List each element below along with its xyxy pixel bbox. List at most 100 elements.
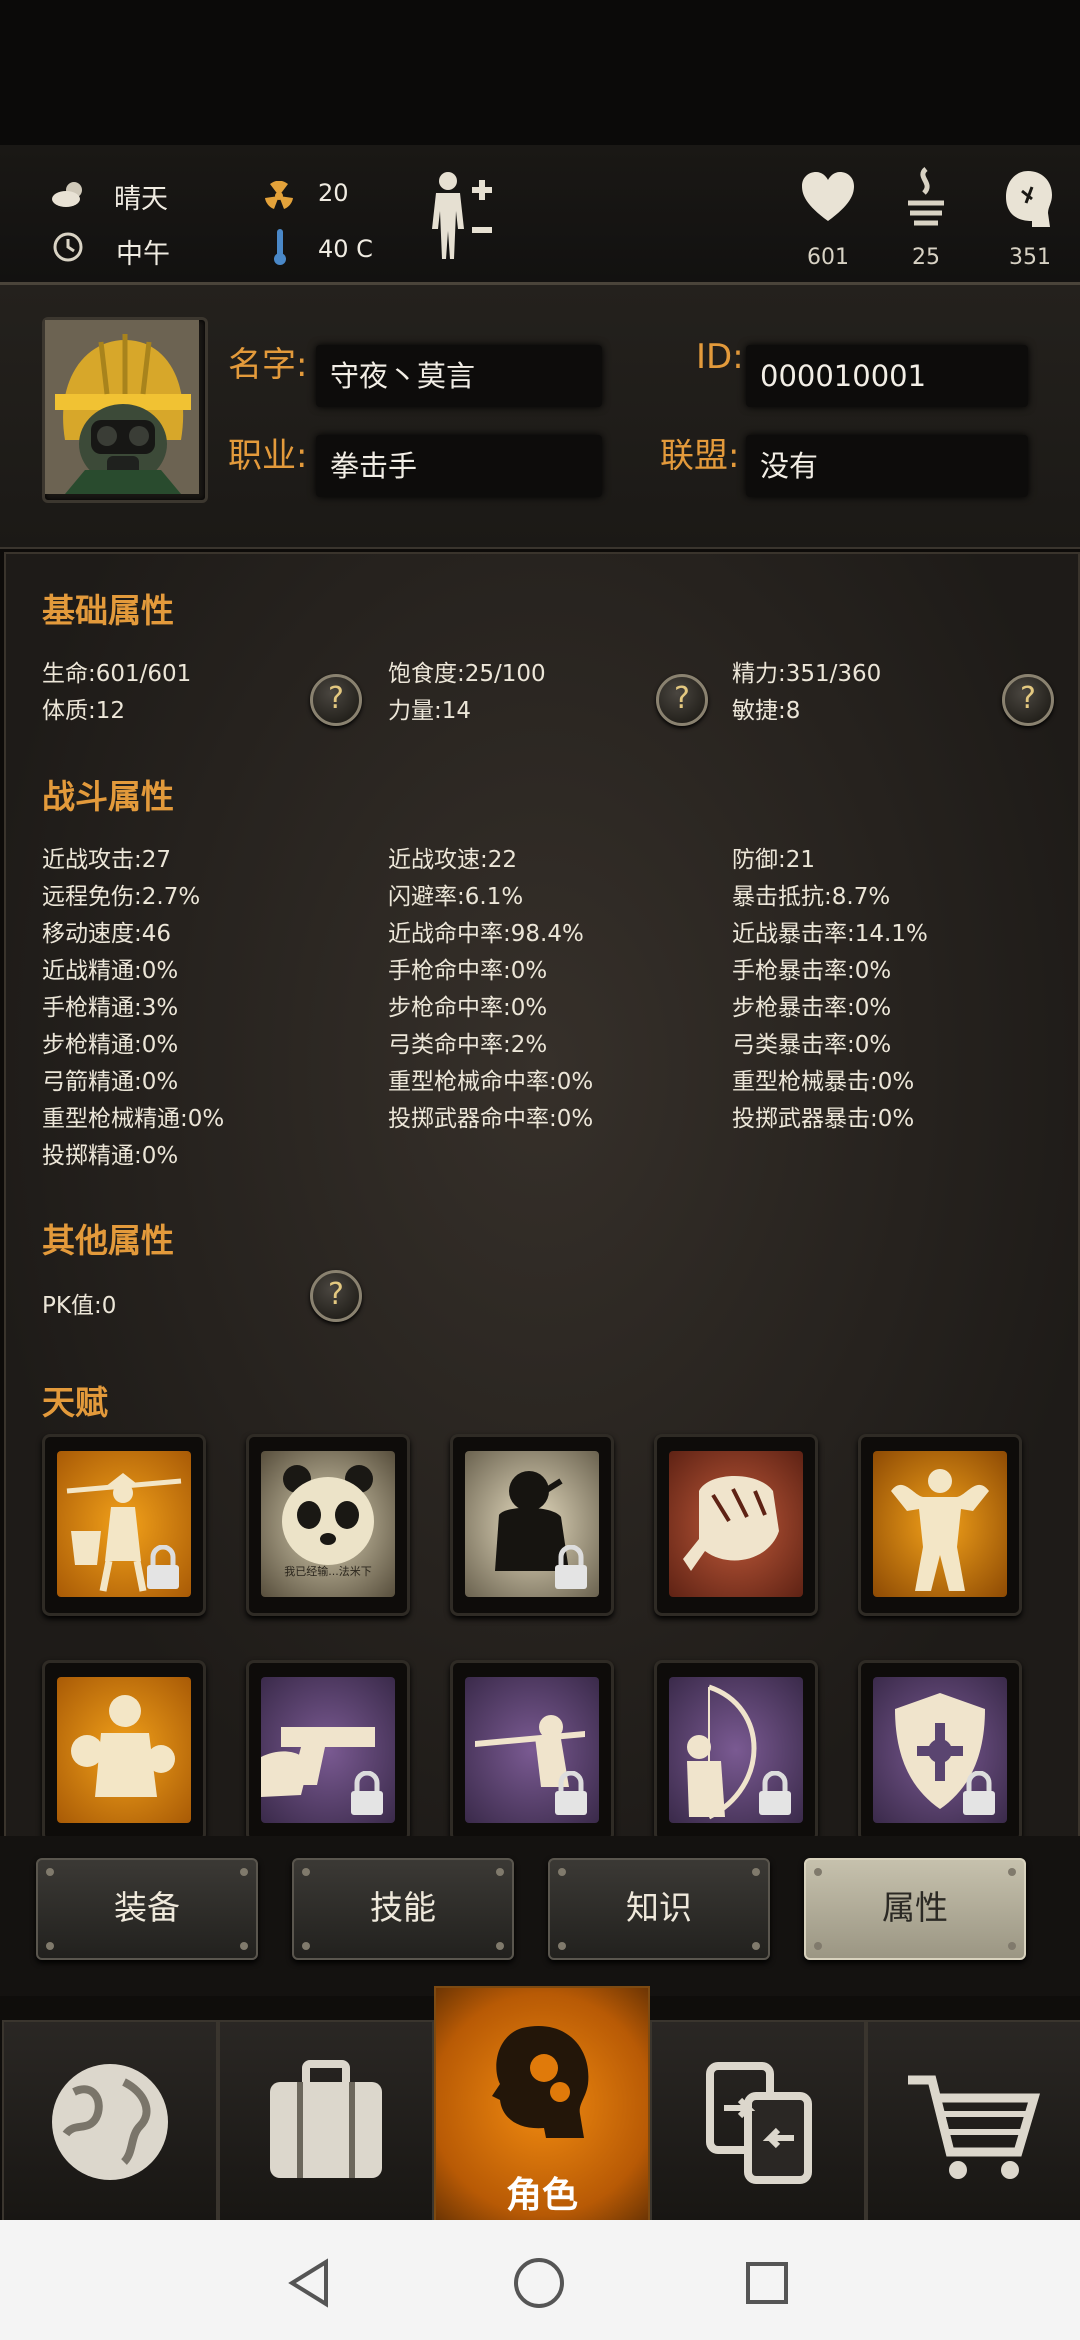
tab-skills[interactable]: 技能 bbox=[292, 1858, 514, 1960]
mind-value: 351 bbox=[1009, 245, 1051, 270]
talent-slot-fist[interactable] bbox=[654, 1434, 818, 1616]
alliance-label: 联盟: bbox=[660, 436, 740, 476]
cloud-sun-icon bbox=[52, 182, 82, 207]
body-status-button[interactable] bbox=[426, 169, 506, 269]
back-icon[interactable] bbox=[286, 2258, 332, 2308]
time-label: 中午 bbox=[116, 239, 170, 270]
attr-item: 远程免伤:2.7% bbox=[42, 884, 201, 910]
attr-item: 饱食度:25/100 bbox=[388, 661, 546, 687]
job-field: 拳击手 bbox=[316, 435, 602, 497]
home-icon[interactable] bbox=[512, 2256, 566, 2310]
nav-shop[interactable] bbox=[866, 2020, 1080, 2222]
tab-knowledge-label: 知识 bbox=[626, 1888, 692, 1927]
id-label: ID: bbox=[696, 337, 744, 377]
lock-icon bbox=[147, 1545, 179, 1589]
talent-slot-porter[interactable] bbox=[42, 1434, 206, 1616]
attr-item: 近战攻速:22 bbox=[388, 847, 518, 873]
tab-equipment[interactable]: 装备 bbox=[36, 1858, 258, 1960]
helmet-gasmask-avatar-icon bbox=[45, 320, 199, 494]
attr-item: 手枪命中率:0% bbox=[388, 958, 548, 984]
help-button[interactable]: ? bbox=[656, 674, 708, 726]
talent-slot-thinker[interactable] bbox=[450, 1434, 614, 1616]
talent-slot-bow[interactable] bbox=[654, 1660, 818, 1836]
lock-icon bbox=[555, 1545, 587, 1589]
cart-icon bbox=[908, 2075, 1041, 2179]
talent-slot-panda[interactable]: 我已经输...法米下 bbox=[246, 1434, 410, 1616]
panda-caption: 我已经输...法米下 bbox=[284, 1565, 372, 1578]
nav-inventory[interactable] bbox=[218, 2020, 434, 2222]
job-label: 职业: bbox=[228, 436, 308, 476]
attr-item: 生命:601/601 bbox=[42, 661, 192, 687]
attr-item: 近战精通:0% bbox=[42, 958, 179, 984]
nav-character-label: 角色 bbox=[505, 2175, 578, 2216]
help-button[interactable]: ? bbox=[310, 674, 362, 726]
attr-item: 移动速度:46 bbox=[42, 921, 172, 947]
hunger-value: 25 bbox=[912, 245, 940, 270]
status-bar bbox=[0, 0, 1080, 145]
lock-icon bbox=[555, 1771, 587, 1815]
muscle-icon bbox=[891, 1469, 989, 1591]
name-field: 守夜丶莫言 bbox=[316, 345, 602, 407]
temperature-value: 40 C bbox=[318, 235, 373, 263]
boxer-icon bbox=[71, 1695, 175, 1797]
lock-icon bbox=[759, 1771, 791, 1815]
nav-character[interactable]: 角色 bbox=[434, 1986, 650, 2222]
attr-item: 防御:21 bbox=[732, 847, 816, 873]
fist-icon bbox=[683, 1476, 779, 1571]
avatar[interactable] bbox=[42, 317, 208, 503]
briefcase-icon bbox=[270, 2060, 382, 2178]
radiation-icon bbox=[265, 181, 293, 209]
combat-column-1: 近战攻击:27 远程免伤:2.7% 移动速度:46 近战精通:0% 手枪精通:3… bbox=[42, 840, 224, 1173]
talent-title: 天赋 bbox=[42, 1383, 108, 1422]
stomach-icon bbox=[908, 167, 944, 226]
attr-item: 弓箭精通:0% bbox=[42, 1069, 179, 1095]
name-label: 名字: bbox=[228, 345, 308, 385]
tab-skills-label: 技能 bbox=[370, 1888, 436, 1927]
thermometer-icon bbox=[274, 229, 286, 265]
attr-item: 重型枪械暴击:0% bbox=[732, 1069, 915, 1095]
attr-item: 投掷武器暴击:0% bbox=[732, 1106, 915, 1132]
lock-icon bbox=[963, 1771, 995, 1815]
system-nav-bar bbox=[0, 2220, 1080, 2340]
attr-item: 弓类命中率:2% bbox=[388, 1032, 548, 1058]
attr-item: 近战命中率:98.4% bbox=[388, 921, 584, 947]
talent-slot-rifle[interactable] bbox=[450, 1660, 614, 1836]
talent-slot-shield[interactable] bbox=[858, 1660, 1022, 1836]
attr-item: 近战暴击率:14.1% bbox=[732, 921, 928, 947]
tab-knowledge[interactable]: 知识 bbox=[548, 1858, 770, 1960]
attr-item: 精力:351/360 bbox=[732, 661, 882, 687]
help-button[interactable]: ? bbox=[1002, 674, 1054, 726]
recents-icon[interactable] bbox=[744, 2260, 790, 2306]
nav-world[interactable] bbox=[2, 2020, 218, 2222]
attr-item: 体质:12 bbox=[42, 698, 126, 724]
combat-column-3: 防御:21 暴击抵抗:8.7% 近战暴击率:14.1% 手枪暴击率:0% 步枪暴… bbox=[732, 840, 928, 1136]
talent-slot-boxer[interactable] bbox=[42, 1660, 206, 1836]
tab-equipment-label: 装备 bbox=[114, 1888, 180, 1927]
radiation-value: 20 bbox=[318, 179, 349, 207]
attr-item: 暴击抵抗:8.7% bbox=[732, 884, 891, 910]
other-attributes-title: 其他属性 bbox=[42, 1221, 174, 1260]
exchange-icon bbox=[706, 2062, 812, 2184]
profile-card: 名字: 守夜丶莫言 ID: 000010001 职业: 拳击手 联盟: 没有 bbox=[0, 285, 1080, 549]
combat-attributes-title: 战斗属性 bbox=[42, 777, 174, 816]
pk-value: PK值:0 bbox=[42, 1293, 117, 1319]
globe-icon bbox=[52, 2064, 168, 2180]
talent-slot-muscle[interactable] bbox=[858, 1434, 1022, 1616]
talent-slot-pistol[interactable] bbox=[246, 1660, 410, 1836]
attr-item: 敏捷:8 bbox=[732, 698, 801, 724]
attributes-panel[interactable]: 基础属性 生命:601/601 饱食度:25/100 精力:351/360 体质… bbox=[4, 552, 1080, 1838]
clock-icon bbox=[53, 232, 83, 262]
attr-item: 步枪精通:0% bbox=[42, 1032, 179, 1058]
attr-item: 重型枪械命中率:0% bbox=[388, 1069, 594, 1095]
attr-item: 步枪暴击率:0% bbox=[732, 995, 892, 1021]
help-button[interactable]: ? bbox=[310, 1270, 362, 1322]
info-bar: 晴天 中午 20 40 C 601 25 351 bbox=[0, 145, 1080, 285]
weather-label: 晴天 bbox=[114, 184, 168, 215]
alliance-field: 没有 bbox=[746, 435, 1028, 497]
attr-item: 投掷精通:0% bbox=[42, 1143, 179, 1169]
head-gears-icon bbox=[492, 2026, 589, 2138]
nav-trade[interactable] bbox=[650, 2020, 866, 2222]
tab-attributes[interactable]: 属性 bbox=[804, 1858, 1026, 1960]
tab-attributes-label: 属性 bbox=[882, 1888, 948, 1927]
attr-item: 步枪命中率:0% bbox=[388, 995, 548, 1021]
